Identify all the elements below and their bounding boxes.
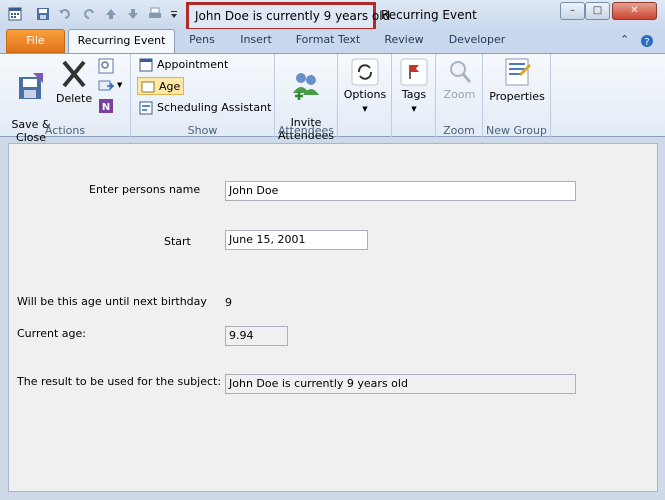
title-subject: John Doe is currently 9 years old (186, 2, 390, 31)
minimize-ribbon-icon[interactable]: ⌃ (620, 33, 629, 46)
ribbon-tabs: File Recurring Event Pens Insert Format … (0, 29, 665, 53)
invite-attendees-icon (293, 73, 319, 100)
properties-button[interactable]: Properties (485, 56, 549, 103)
redo-icon[interactable] (82, 7, 96, 21)
maximize-button[interactable]: □ (585, 2, 610, 20)
start-date-input[interactable]: June 15, 2001 (225, 230, 368, 250)
save-close-icon (19, 73, 43, 99)
tab-insert[interactable]: Insert (232, 29, 280, 53)
tags-button[interactable]: Tags ▼ (394, 58, 434, 114)
appointment-label: Appointment (157, 58, 229, 71)
tab-recurring-event[interactable]: Recurring Event (68, 29, 175, 53)
delete-icon (62, 60, 86, 88)
group-actions: Save & Close Delete ▼ N Actions (0, 54, 131, 144)
current-age-label: Current age: (17, 327, 87, 340)
result-label: The result to be used for the subject: (17, 375, 222, 388)
onenote-icon[interactable]: N (98, 98, 114, 114)
tab-review[interactable]: Review (376, 29, 432, 53)
minimize-button[interactable]: – (560, 2, 585, 20)
tab-developer[interactable]: Developer (440, 29, 514, 53)
forward-icon[interactable] (98, 78, 114, 94)
properties-label: Properties (489, 90, 545, 103)
age-button[interactable]: Age (137, 77, 185, 95)
tab-format-text[interactable]: Format Text (288, 29, 368, 53)
group-label-actions: Actions (44, 124, 86, 137)
zoom-label: Zoom (443, 88, 476, 101)
options-icon (351, 58, 379, 86)
group-label-zoom: Zoom (443, 124, 475, 137)
group-options: Options ▼ (338, 54, 392, 138)
help-icon[interactable]: ? (640, 34, 654, 48)
scheduling-assistant-icon (139, 101, 153, 115)
options-label: Options (343, 88, 387, 101)
save-icon[interactable] (36, 7, 50, 21)
calendar-app-icon[interactable] (8, 7, 22, 21)
close-button[interactable]: ✕ (612, 2, 657, 20)
name-input[interactable]: John Doe (225, 181, 576, 201)
arrow-up-icon[interactable] (104, 7, 118, 21)
title-bar: John Doe is currently 9 years old Recurr… (0, 0, 665, 31)
zoom-button[interactable]: Zoom (438, 58, 481, 101)
group-label-new-group: New Group (486, 124, 547, 137)
options-button[interactable]: Options ▼ (342, 58, 388, 114)
delete-label: Delete (56, 92, 93, 105)
appointment-button[interactable]: Appointment (139, 56, 228, 74)
svg-text:N: N (102, 102, 110, 113)
tab-pens[interactable]: Pens (180, 29, 224, 53)
group-tags: Tags ▼ (392, 54, 436, 138)
start-label: Start (164, 235, 191, 248)
find-contact-icon[interactable] (98, 58, 114, 74)
tags-flag-icon (400, 58, 428, 86)
scheduling-assistant-label: Scheduling Assistant (157, 101, 272, 114)
age-label: Age (159, 80, 181, 93)
age-until-birthday-label: Will be this age until next birthday (17, 295, 207, 308)
print-icon[interactable] (148, 7, 162, 21)
scheduling-assistant-button[interactable]: Scheduling Assistant (139, 99, 271, 117)
customize-qat-icon[interactable] (170, 7, 178, 21)
age-form-icon (141, 81, 155, 93)
group-label-show: Show (187, 124, 218, 137)
group-zoom: Zoom Zoom (436, 54, 483, 138)
tags-dropdown-icon: ▼ (411, 105, 417, 113)
properties-icon (505, 58, 531, 86)
current-age-field: 9.94 (225, 326, 288, 346)
forward-dropdown-icon[interactable]: ▼ (117, 81, 122, 89)
zoom-magnifier-icon (449, 61, 471, 83)
group-attendees: Invite Attendees Attendees (275, 54, 338, 142)
appointment-icon (139, 58, 153, 72)
delete-button[interactable]: Delete (56, 58, 92, 105)
tab-file[interactable]: File (6, 29, 65, 53)
window-title: Recurring Event (381, 8, 477, 22)
group-label-attendees: Attendees (278, 124, 334, 137)
ribbon: Save & Close Delete ▼ N Actions Appointm… (0, 53, 665, 144)
name-label: Enter persons name (89, 183, 201, 196)
form-area: Enter persons name John Doe Start June 1… (8, 143, 658, 492)
age-until-birthday-value: 9 (225, 296, 232, 309)
tags-label: Tags (401, 88, 427, 101)
arrow-down-icon[interactable] (126, 7, 140, 21)
undo-icon[interactable] (58, 7, 72, 21)
group-show: Appointment Age Scheduling Assistant Sho… (131, 54, 275, 138)
options-dropdown-icon: ▼ (362, 105, 368, 113)
group-new-group: Properties New Group (483, 54, 551, 138)
result-field: John Doe is currently 9 years old (225, 374, 576, 394)
svg-text:?: ? (644, 37, 649, 48)
